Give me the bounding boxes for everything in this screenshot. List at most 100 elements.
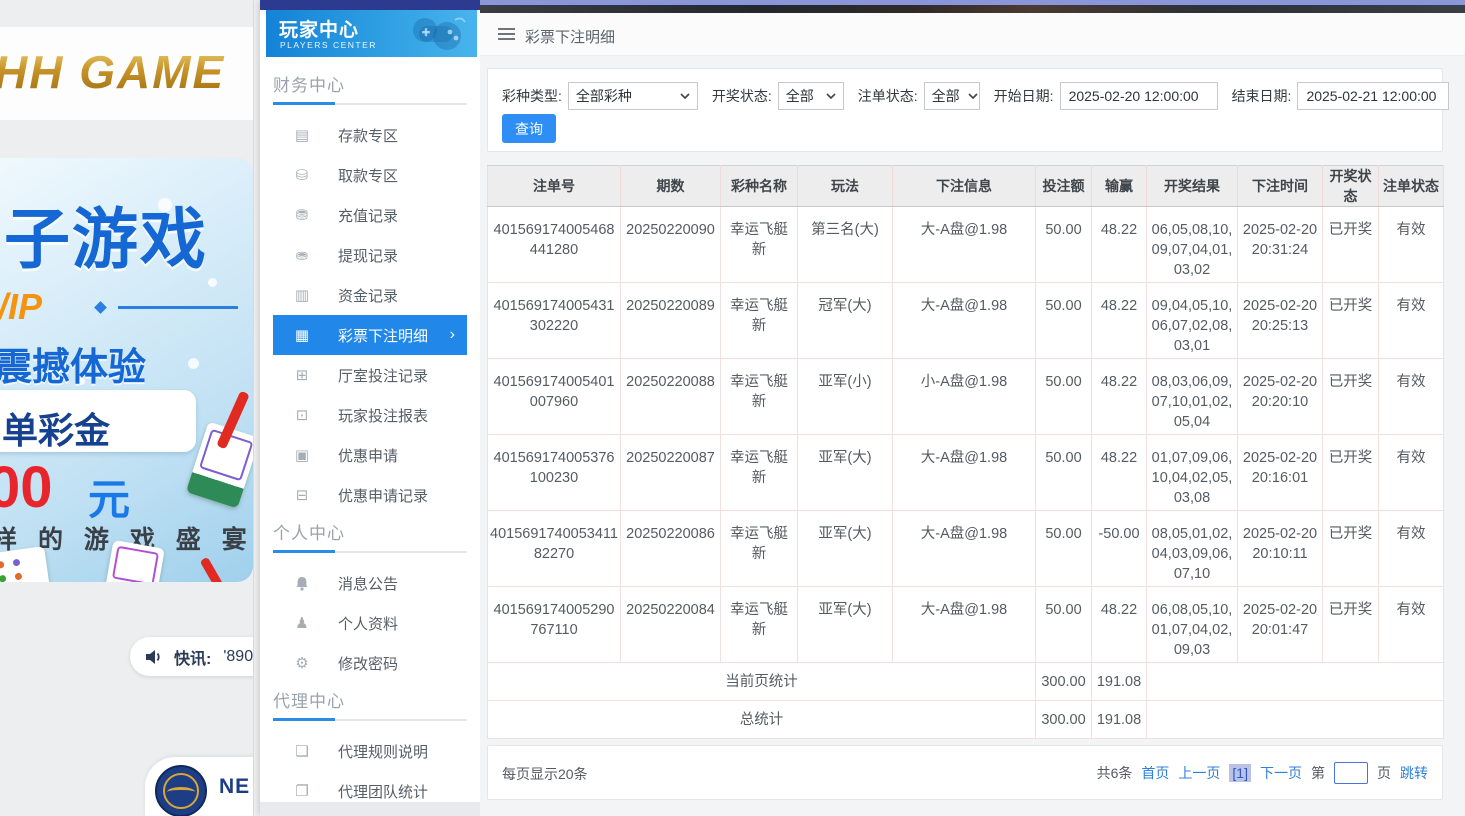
sidebar-item-messages[interactable]: 消息公告 bbox=[273, 563, 467, 603]
table-cell: 幸运飞艇新 bbox=[721, 587, 798, 663]
table-cell: 有效 bbox=[1379, 511, 1444, 587]
table-cell: 幸运飞艇新 bbox=[721, 511, 798, 587]
sidebar-item-profile[interactable]: ♟ 个人资料 bbox=[273, 603, 467, 643]
list-minus-icon: ⊟ bbox=[293, 486, 311, 504]
section-finance-label: 财务中心 bbox=[273, 71, 467, 96]
background-scrollbar[interactable] bbox=[253, 0, 260, 816]
sidebar-top-strip bbox=[260, 0, 480, 10]
sidebar-item-fund-record[interactable]: ▥ 资金记录 bbox=[273, 275, 467, 315]
table-cell: -50.00 bbox=[1092, 511, 1147, 587]
end-date-input[interactable] bbox=[1297, 82, 1449, 110]
first-page-link[interactable]: 首页 bbox=[1141, 763, 1169, 783]
table-row: 40156917400529076711020250220084幸运飞艇新亚军(… bbox=[488, 587, 1444, 663]
banner-bonus-text: 单彩金 bbox=[2, 402, 110, 454]
sidebar-item-discount-apply-record[interactable]: ⊟ 优惠申请记录 bbox=[273, 475, 467, 515]
pagination-bar: 每页显示20条 共6条 首页 上一页 [1] 下一页 第 页 跳转 bbox=[487, 745, 1443, 800]
chevron-down-icon bbox=[680, 93, 690, 99]
end-date-label: 结束日期: bbox=[1232, 86, 1292, 106]
draw-status-select[interactable]: 全部 bbox=[778, 82, 844, 110]
jump-button[interactable]: 跳转 bbox=[1400, 763, 1428, 783]
table-cell: 50.00 bbox=[1036, 283, 1092, 359]
sidebar-item-label: 优惠申请记录 bbox=[338, 485, 428, 506]
draw-status-label: 开奖状态: bbox=[712, 86, 772, 106]
table-cell: 20250220090 bbox=[621, 207, 721, 283]
summary-bet-total: 300.00 bbox=[1036, 701, 1092, 739]
sidebar-item-lottery-bet-detail[interactable]: ▦ 彩票下注明细 › bbox=[273, 315, 467, 355]
content-topbar: 彩票下注明细 bbox=[480, 13, 1465, 56]
gamepad-icon bbox=[395, 14, 469, 54]
speaker-icon bbox=[146, 649, 165, 665]
table-cell: 2025-02-20 20:25:13 bbox=[1238, 283, 1323, 359]
table-cell: 有效 bbox=[1379, 435, 1444, 511]
sidebar-item-withdraw-record[interactable]: ⛂ 提现记录 bbox=[273, 235, 467, 275]
sidebar-item-hall-bet-record[interactable]: ⊞ 厅室投注记录 bbox=[273, 355, 467, 395]
bet-records-table: 注单号 期数 彩种名称 玩法 下注信息 投注额 输赢 开奖结果 下注时间 开奖状… bbox=[487, 165, 1444, 739]
table-cell: 已开奖 bbox=[1323, 207, 1379, 283]
table-cell: 20250220088 bbox=[621, 359, 721, 435]
sidebar-item-withdraw-zone[interactable]: ⛁ 取款专区 bbox=[273, 155, 467, 195]
wallet-icon: ⛂ bbox=[293, 246, 311, 264]
sidebar-item-deposit-zone[interactable]: ▤ 存款专区 bbox=[273, 115, 467, 155]
sidebar-item-change-password[interactable]: ⚙ 修改密码 bbox=[273, 643, 467, 683]
next-page-link[interactable]: 下一页 bbox=[1260, 763, 1302, 783]
query-button[interactable]: 查询 bbox=[502, 114, 556, 143]
table-cell: 已开奖 bbox=[1323, 359, 1379, 435]
jump-suffix: 页 bbox=[1377, 763, 1391, 783]
gear-icon: ⚙ bbox=[293, 654, 311, 672]
table-cell: 有效 bbox=[1379, 359, 1444, 435]
sidebar-item-player-bet-report[interactable]: ⊡ 玩家投注报表 bbox=[273, 395, 467, 435]
table-cell: 2025-02-20 20:31:24 bbox=[1238, 207, 1323, 283]
draw-status-value: 全部 bbox=[786, 86, 814, 106]
table-cell: 50.00 bbox=[1036, 435, 1092, 511]
hamburger-menu-icon[interactable] bbox=[498, 28, 515, 41]
table-cell: 大-A盘@1.98 bbox=[893, 435, 1036, 511]
table-cell: 09,04,05,10,06,07,02,08,03,01 bbox=[1147, 283, 1238, 359]
sidebar-item-label: 个人资料 bbox=[338, 613, 398, 634]
prev-page-link[interactable]: 上一页 bbox=[1178, 763, 1220, 783]
banner-diamond-icon bbox=[94, 301, 107, 314]
banner-amount: 00 bbox=[0, 454, 53, 521]
sidebar-item-label: 取款专区 bbox=[338, 165, 398, 186]
withdraw-hand-icon: ⛁ bbox=[293, 166, 311, 184]
main-content: 彩票下注明细 彩种类型: 全部彩种 开奖状态: 全部 注单状态: 全部 开始日期… bbox=[480, 0, 1465, 816]
chevron-down-icon bbox=[826, 93, 836, 99]
table-row: 40156917400537610023020250220087幸运飞艇新亚军(… bbox=[488, 435, 1444, 511]
mahjong-tile bbox=[0, 546, 51, 582]
table-cell: 48.22 bbox=[1092, 207, 1147, 283]
ticker-label: 快讯: bbox=[174, 645, 211, 669]
page-title: 彩票下注明细 bbox=[525, 26, 615, 47]
table-cell: 有效 bbox=[1379, 587, 1444, 663]
table-cell: 06,08,05,10,01,07,04,02,09,03 bbox=[1147, 587, 1238, 663]
sidebar-item-recharge-record[interactable]: ⛃ 充值记录 bbox=[273, 195, 467, 235]
bet-status-select[interactable]: 全部 bbox=[924, 82, 980, 110]
banknote-icon: ▥ bbox=[293, 286, 311, 304]
start-date-input[interactable] bbox=[1060, 82, 1218, 110]
table-cell: 幸运飞艇新 bbox=[721, 359, 798, 435]
table-cell: 401569174005376100230 bbox=[488, 435, 621, 511]
total-count: 共6条 bbox=[1097, 763, 1133, 783]
bell-icon bbox=[293, 575, 311, 592]
summary-win-loss: 191.08 bbox=[1092, 701, 1147, 739]
table-cell: 2025-02-20 20:16:01 bbox=[1238, 435, 1323, 511]
table-cell: 2025-02-20 20:01:47 bbox=[1238, 587, 1323, 663]
lottery-type-label: 彩种类型: bbox=[502, 86, 562, 106]
sidebar-item-label: 修改密码 bbox=[338, 653, 398, 674]
site-logo-band: HH GAME bbox=[0, 27, 260, 120]
sidebar-item-agent-rules[interactable]: ❏ 代理规则说明 bbox=[273, 731, 467, 771]
table-row: 40156917400546844128020250220090幸运飞艇新第三名… bbox=[488, 207, 1444, 283]
table-cell: 大-A盘@1.98 bbox=[893, 511, 1036, 587]
table-cell: 50.00 bbox=[1036, 511, 1092, 587]
window-frame-strip bbox=[480, 5, 1465, 13]
person-icon: ♟ bbox=[293, 614, 311, 632]
sidebar-item-label: 充值记录 bbox=[338, 205, 398, 226]
sidebar-item-discount-apply[interactable]: ▣ 优惠申请 bbox=[273, 435, 467, 475]
table-cell: 08,05,01,02,04,03,09,06,07,10 bbox=[1147, 511, 1238, 587]
promo-banner: 子游戏 /IP 震撼体验 单彩金 00 元 样 的 游 戏 盛 宴 bbox=[0, 158, 253, 582]
team-name: NE bbox=[219, 775, 250, 799]
table-cell: 06,05,08,10,09,07,04,01,03,02 bbox=[1147, 207, 1238, 283]
background-page: HH GAME 子游戏 /IP 震撼体验 单彩金 00 元 样 的 游 戏 盛 … bbox=[0, 0, 260, 816]
lottery-type-select[interactable]: 全部彩种 bbox=[568, 82, 698, 110]
table-cell: 08,03,06,09,07,10,01,02,05,04 bbox=[1147, 359, 1238, 435]
lottery-type-value: 全部彩种 bbox=[576, 86, 632, 106]
jump-page-input[interactable] bbox=[1334, 762, 1368, 784]
